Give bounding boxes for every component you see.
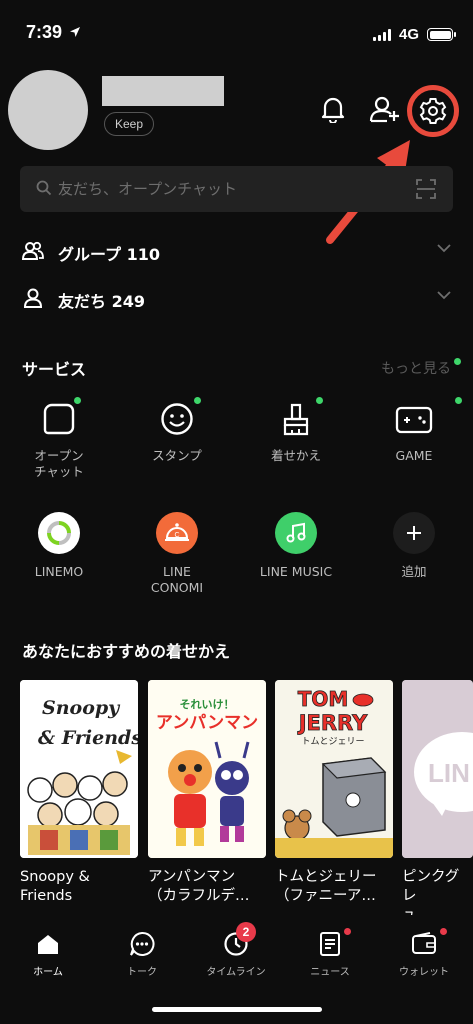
unread-dot (344, 928, 351, 935)
nav-label: ウォレット (399, 967, 449, 978)
chevron-down-icon (437, 244, 451, 253)
nav-label: タイムライン (206, 967, 266, 978)
nav-label: ニュース (310, 967, 350, 978)
theme-label: Snoopy & Friends (20, 869, 90, 904)
service-game[interactable]: GAME (355, 397, 473, 488)
search-input[interactable]: 友だち、オープンチャット (58, 178, 237, 199)
nav-label: ホーム (33, 967, 63, 978)
theme-card-snoopy[interactable]: Snoopy & Friends (20, 680, 138, 858)
theme-label: トムとジェリー （ファニーア… (275, 869, 377, 904)
open-chat-icon (38, 398, 80, 440)
new-indicator-dot (316, 397, 323, 404)
theme-card-anpanman[interactable]: それいけ！ アンパンマン (148, 680, 266, 858)
service-add[interactable]: 追加 (355, 512, 473, 602)
wallet-icon (384, 930, 464, 958)
svg-text:Snoopy: Snoopy (42, 697, 121, 719)
chevron-down-icon (437, 291, 451, 300)
service-label: GAME (395, 448, 433, 463)
theme-thumbnail: Snoopy & Friends (20, 680, 138, 858)
groups-label: グループ 110 (58, 245, 161, 264)
notification-badge: 2 (236, 922, 256, 942)
service-open-chat[interactable]: オープン チャット (0, 397, 118, 488)
service-linemo[interactable]: LINEMO (0, 512, 118, 602)
home-indicator (152, 1007, 322, 1012)
group-icon (22, 241, 44, 260)
theme-thumbnail: TOM JERRY トムとジェリー (275, 680, 393, 858)
svg-text:TOM: TOM (298, 687, 349, 711)
groups-row[interactable]: グループ 110 (0, 232, 473, 272)
service-themes[interactable]: 着せかえ (237, 397, 355, 488)
theme-label: アンパンマン （カラフルデ… (148, 869, 250, 904)
svg-text:それいけ！: それいけ！ (180, 698, 235, 711)
news-icon (290, 930, 370, 958)
game-icon (393, 398, 435, 440)
service-line-conomi[interactable]: C LINE CONOMI (118, 512, 236, 602)
search-icon (36, 180, 52, 196)
conomi-icon: C (156, 512, 198, 554)
linemo-icon (38, 512, 80, 554)
qr-scan-icon[interactable] (416, 179, 436, 199)
themes-title: あなたにおすすめの着せかえ (22, 642, 231, 661)
friends-label: 友だち 249 (58, 292, 145, 311)
nav-label: トーク (127, 967, 157, 978)
svg-text:トムとジェリー: トムとジェリー (301, 736, 364, 747)
home-icon (8, 930, 88, 958)
new-indicator-dot (194, 397, 201, 404)
theme-card-pink-gray[interactable]: LIN (402, 680, 473, 858)
nav-talk[interactable]: トーク (102, 930, 182, 978)
theme-card-tom-and-jerry[interactable]: TOM JERRY トムとジェリー (275, 680, 393, 858)
service-label: LINE MUSIC (259, 564, 333, 579)
unread-dot (440, 928, 447, 935)
new-indicator-dot (455, 397, 462, 404)
service-label: オープン チャット (34, 448, 84, 479)
service-label: 着せかえ (270, 448, 321, 463)
service-line-music[interactable]: LINE MUSIC (237, 512, 355, 602)
friends-row[interactable]: 友だち 249 (0, 279, 473, 319)
nav-home[interactable]: ホーム (8, 930, 88, 978)
services-title: サービス (22, 360, 87, 379)
svg-text:JERRY: JERRY (297, 711, 368, 735)
service-label: スタンプ (152, 448, 202, 463)
friend-icon (23, 288, 43, 308)
nav-wallet[interactable]: ウォレット (384, 928, 464, 978)
plus-icon (393, 512, 435, 554)
theme-brush-icon (275, 398, 317, 440)
svg-text:& Friends: & Friends (38, 727, 138, 749)
music-icon (275, 512, 317, 554)
theme-thumbnail: LIN (402, 680, 473, 858)
service-stickers[interactable]: スタンプ (118, 397, 236, 488)
sticker-icon (156, 398, 198, 440)
nav-news[interactable]: ニュース (290, 928, 370, 978)
services-more-link[interactable]: もっと見る (381, 358, 451, 378)
service-label: 追加 (401, 564, 427, 579)
chat-icon (102, 930, 182, 958)
service-label: LINE CONOMI (150, 564, 204, 595)
svg-text:LIN: LIN (428, 758, 470, 788)
theme-thumbnail: それいけ！ アンパンマン (148, 680, 266, 858)
svg-text:アンパンマン: アンパンマン (156, 713, 258, 733)
new-indicator-dot (454, 358, 461, 365)
new-indicator-dot (74, 397, 81, 404)
service-label: LINEMO (34, 564, 84, 579)
annotation-arrow (326, 140, 410, 244)
svg-text:C: C (174, 532, 179, 539)
nav-timeline[interactable]: 2 タイムライン (196, 922, 276, 978)
